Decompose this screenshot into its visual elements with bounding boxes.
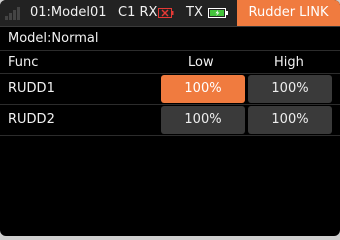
status-bar: 01:Model01 C1 RX TX Rudder LINK bbox=[0, 0, 340, 27]
rx-label: C1 RX bbox=[118, 5, 158, 20]
battery-icon bbox=[208, 8, 228, 18]
row-label-rudd2: RUDD2 bbox=[8, 112, 55, 127]
rx-disconnected-icon bbox=[158, 8, 174, 18]
tx-label: TX bbox=[186, 5, 203, 20]
column-header-low: Low bbox=[188, 55, 214, 70]
model-name[interactable]: 01:Model01 bbox=[30, 5, 107, 20]
row-label-rudd1: RUDD1 bbox=[8, 81, 55, 96]
page-title: Rudder LINK bbox=[237, 0, 340, 26]
rudd2-low-button[interactable]: 100% bbox=[161, 106, 245, 134]
column-header-high: High bbox=[274, 55, 304, 70]
divider bbox=[0, 50, 340, 51]
screen: 01:Model01 C1 RX TX Rudder LINK Model:No… bbox=[0, 0, 340, 236]
rudd1-low-button[interactable]: 100% bbox=[161, 75, 245, 103]
column-header-func: Func bbox=[8, 55, 39, 70]
signal-bars-icon bbox=[5, 7, 25, 20]
divider bbox=[0, 73, 340, 74]
rudd2-high-button[interactable]: 100% bbox=[248, 106, 332, 134]
divider bbox=[0, 104, 340, 105]
subtitle: Model:Normal bbox=[8, 31, 99, 46]
rudd1-high-button[interactable]: 100% bbox=[248, 75, 332, 103]
divider bbox=[0, 135, 340, 136]
